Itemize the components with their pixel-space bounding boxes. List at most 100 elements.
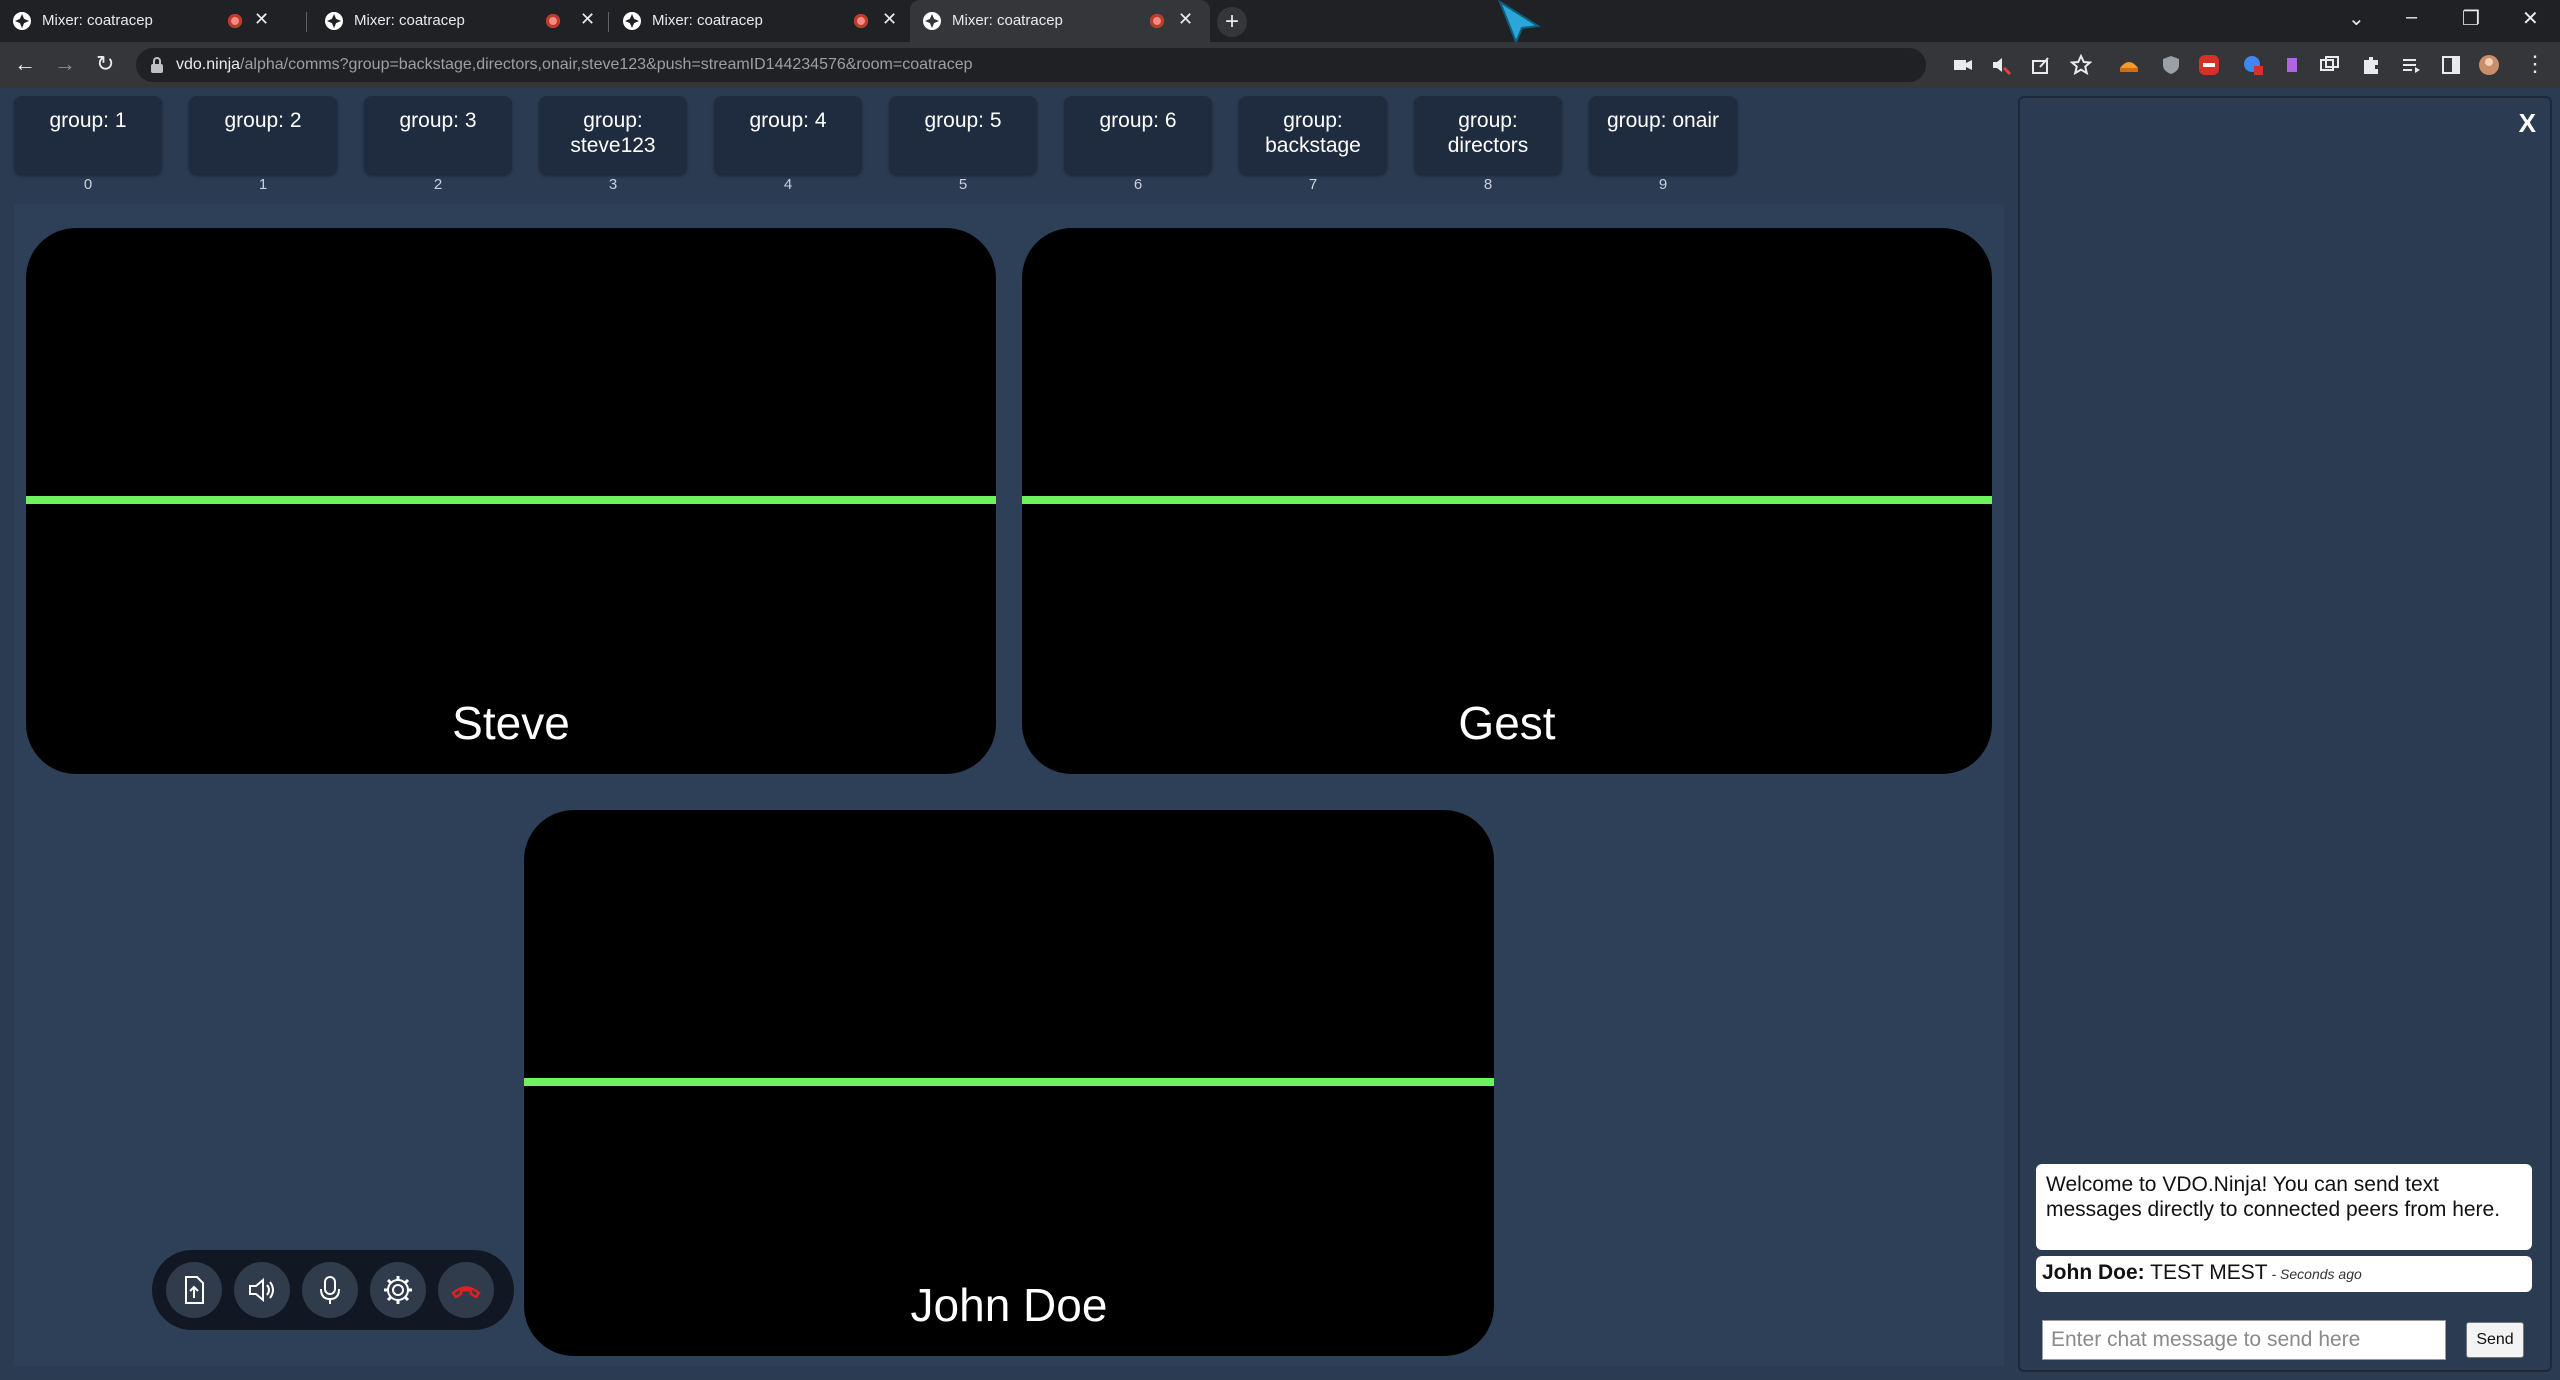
tab-title: Mixer: coatracep bbox=[652, 12, 763, 29]
group-button[interactable]: group: 3 bbox=[364, 96, 512, 174]
new-tab-button[interactable]: + bbox=[1217, 7, 1247, 37]
close-chat-button[interactable]: X bbox=[2519, 108, 2536, 139]
address-bar[interactable]: vdo.ninja/alpha/comms?group=backstage,di… bbox=[136, 48, 1926, 82]
tab-separator bbox=[608, 12, 609, 32]
chat-input[interactable] bbox=[2042, 1320, 2446, 1360]
url-text: vdo.ninja/alpha/comms?group=backstage,di… bbox=[176, 56, 973, 74]
reload-icon[interactable]: ↻ bbox=[96, 51, 114, 77]
lock-icon bbox=[151, 57, 163, 73]
participant-name: Steve bbox=[452, 697, 570, 749]
recording-indicator-icon bbox=[228, 14, 242, 28]
group-button-label: group: backstage bbox=[1265, 109, 1361, 157]
close-tab-icon[interactable]: ✕ bbox=[882, 9, 897, 30]
group-button-label: group: 1 bbox=[49, 109, 127, 132]
group-index: 8 bbox=[1483, 176, 1493, 193]
vdo-ninja-favicon-icon bbox=[13, 12, 31, 30]
group-button-label: group: onair bbox=[1606, 109, 1720, 132]
browser-tab-active[interactable]: Mixer: coatracep ✕ bbox=[910, 0, 1210, 42]
chat-panel: X Welcome to VDO.Ninja! You can send tex… bbox=[2018, 96, 2552, 1372]
close-tab-icon[interactable]: ✕ bbox=[580, 9, 595, 30]
chat-message-text: TEST MEST bbox=[2144, 1261, 2268, 1284]
group-button[interactable]: group: 5 bbox=[889, 96, 1037, 174]
tab-search-icon[interactable]: ⌄ bbox=[2348, 6, 2365, 31]
hangup-button[interactable] bbox=[438, 1262, 494, 1318]
chat-welcome-message: Welcome to VDO.Ninja! You can send text … bbox=[2036, 1164, 2532, 1250]
mouse-cursor-icon bbox=[1498, 0, 1541, 44]
browser-tab[interactable]: Mixer: coatracep ✕ bbox=[312, 0, 602, 42]
extension-icon[interactable] bbox=[2198, 54, 2220, 76]
bookmark-star-icon[interactable] bbox=[2070, 54, 2092, 76]
group-button[interactable]: group: steve123 bbox=[539, 96, 687, 174]
speaker-icon bbox=[249, 1277, 274, 1303]
media-control-icon[interactable] bbox=[2400, 54, 2422, 76]
extension-icon[interactable] bbox=[2318, 54, 2340, 76]
video-tile[interactable]: Steve bbox=[26, 228, 996, 774]
recording-indicator-icon bbox=[1150, 14, 1164, 28]
group-index: 2 bbox=[433, 176, 443, 193]
chat-message: John Doe: TEST MEST - Seconds ago bbox=[2036, 1256, 2532, 1292]
settings-button[interactable] bbox=[370, 1262, 426, 1318]
close-window-icon[interactable]: ✕ bbox=[2522, 6, 2539, 31]
group-button-label: group: 5 bbox=[924, 109, 1002, 132]
browser-toolbar: ← → ↻ vdo.ninja/alpha/comms?group=backst… bbox=[0, 42, 2560, 88]
group-index: 0 bbox=[83, 176, 93, 193]
group-index: 9 bbox=[1658, 176, 1668, 193]
profile-avatar[interactable] bbox=[2478, 54, 2500, 76]
vdo-ninja-favicon-icon bbox=[325, 12, 343, 30]
group-index: 1 bbox=[258, 176, 268, 193]
shield-icon[interactable] bbox=[2160, 54, 2182, 76]
group-button[interactable]: group: backstage bbox=[1239, 96, 1387, 174]
extension-icon[interactable] bbox=[2282, 54, 2304, 76]
share-icon[interactable] bbox=[2030, 54, 2052, 76]
tab-separator bbox=[306, 12, 307, 32]
close-tab-icon[interactable]: ✕ bbox=[1178, 9, 1193, 30]
minimize-window-icon[interactable]: – bbox=[2406, 6, 2417, 29]
vdo-ninja-favicon-icon bbox=[623, 12, 641, 30]
extension-icon[interactable] bbox=[2242, 54, 2264, 76]
forward-arrow-icon[interactable]: → bbox=[54, 51, 76, 77]
group-button-label: group: steve123 bbox=[570, 109, 656, 157]
audio-meter-line bbox=[26, 496, 996, 504]
group-button-label: group: 3 bbox=[399, 109, 477, 132]
audio-meter-line bbox=[524, 1078, 1494, 1086]
browser-menu-icon[interactable]: ⋮ bbox=[2524, 51, 2546, 77]
video-tile[interactable]: Gest bbox=[1022, 228, 1992, 774]
close-tab-icon[interactable]: ✕ bbox=[254, 9, 269, 30]
group-button[interactable]: group: onair bbox=[1589, 96, 1737, 174]
send-button[interactable]: Send bbox=[2466, 1322, 2524, 1358]
group-button[interactable]: group: 6 bbox=[1064, 96, 1212, 174]
share-screen-icon bbox=[185, 1276, 204, 1304]
chat-message-time: - Seconds ago bbox=[2267, 1266, 2362, 1282]
microphone-button[interactable] bbox=[302, 1262, 358, 1318]
group-button[interactable]: group: 1 bbox=[14, 96, 162, 174]
speaker-button[interactable] bbox=[234, 1262, 290, 1318]
group-button[interactable]: group: 2 bbox=[189, 96, 337, 174]
muted-audio-icon[interactable] bbox=[1990, 54, 2012, 76]
video-tile[interactable]: John Doe bbox=[524, 810, 1494, 1356]
group-index: 5 bbox=[958, 176, 968, 193]
puzzle-icon[interactable] bbox=[2360, 54, 2382, 76]
tab-title: Mixer: coatracep bbox=[354, 12, 465, 29]
side-panel-icon[interactable] bbox=[2440, 54, 2462, 76]
group-index: 7 bbox=[1308, 176, 1318, 193]
participant-name: John Doe bbox=[910, 1279, 1108, 1331]
camera-icon[interactable] bbox=[1952, 54, 1974, 76]
group-button[interactable]: group: 4 bbox=[714, 96, 862, 174]
extension-icon[interactable] bbox=[2118, 54, 2140, 76]
back-arrow-icon[interactable]: ← bbox=[14, 51, 36, 77]
browser-tab[interactable]: Mixer: coatracep ✕ bbox=[610, 0, 902, 42]
group-button-label: group: 4 bbox=[749, 109, 827, 132]
group-index: 6 bbox=[1133, 176, 1143, 193]
restore-window-icon[interactable]: ❐ bbox=[2462, 6, 2480, 31]
group-index: 3 bbox=[608, 176, 618, 193]
call-control-bar bbox=[152, 1250, 514, 1330]
browser-tab[interactable]: Mixer: coatracep ✕ bbox=[0, 0, 300, 42]
recording-indicator-icon bbox=[546, 14, 560, 28]
browser-tab-strip: Mixer: coatracep ✕ Mixer: coatracep ✕ Mi… bbox=[0, 0, 2560, 44]
settings-icon bbox=[384, 1276, 412, 1304]
share-file-button[interactable] bbox=[166, 1262, 222, 1318]
chat-welcome-text: Welcome to VDO.Ninja! You can send text … bbox=[2046, 1173, 2501, 1221]
group-button[interactable]: group: directors bbox=[1414, 96, 1562, 174]
tab-title: Mixer: coatracep bbox=[952, 12, 1063, 29]
vdo-ninja-favicon-icon bbox=[923, 12, 941, 30]
